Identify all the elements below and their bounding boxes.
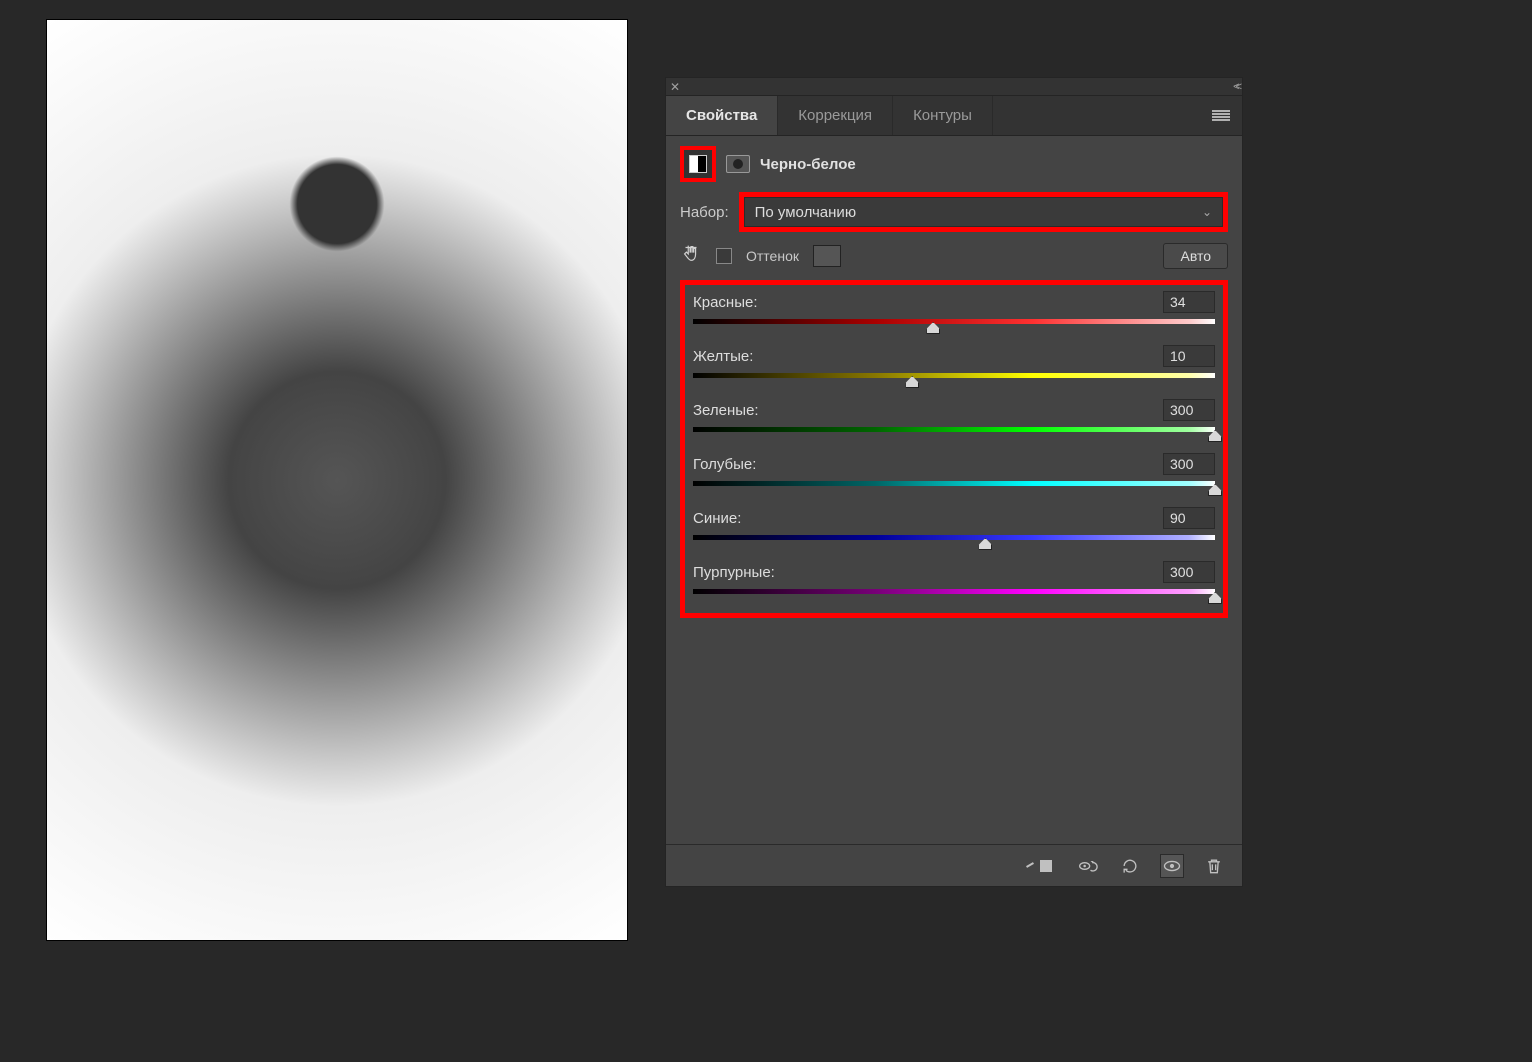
gradient-bar (693, 373, 1215, 378)
slider-label: Синие: (693, 510, 741, 527)
chevron-down-icon: ⌄ (1202, 205, 1212, 219)
clip-to-layer-icon[interactable] (1034, 854, 1058, 878)
slider-label: Красные: (693, 294, 758, 311)
panel-body: Черно-белое Набор: По умолчанию ⌄ Оттено… (666, 136, 1242, 844)
targeted-adjustment-tool-icon[interactable] (680, 242, 702, 270)
tint-checkbox[interactable] (716, 248, 732, 264)
adjustment-title: Черно-белое (760, 156, 856, 173)
slider-blue: Синие: 90 (693, 507, 1215, 549)
menu-icon (1212, 110, 1230, 122)
gradient-bar (693, 481, 1215, 486)
view-previous-state-icon[interactable] (1076, 854, 1100, 878)
slider-label: Зеленые: (693, 402, 759, 419)
gradient-bar (693, 535, 1215, 540)
visibility-toggle-icon[interactable] (1160, 854, 1184, 878)
tint-color-swatch[interactable] (813, 245, 841, 267)
tab-adjustments[interactable]: Коррекция (778, 96, 893, 135)
panel-topbar: ✕ << (666, 78, 1242, 96)
slider-track[interactable] (693, 481, 1215, 495)
tabbar: Свойства Коррекция Контуры (666, 96, 1242, 136)
preset-select[interactable]: По умолчанию ⌄ (744, 197, 1223, 227)
collapse-icon[interactable]: << (1233, 81, 1238, 93)
preset-value: По умолчанию (755, 204, 856, 221)
canvas-image (47, 20, 627, 940)
slider-label: Голубые: (693, 456, 756, 473)
slider-green: Зеленые: 300 (693, 399, 1215, 441)
properties-panel: ✕ << Свойства Коррекция Контуры Черно-бе… (665, 77, 1243, 887)
slider-label: Пурпурные: (693, 564, 775, 581)
tint-label: Оттенок (746, 248, 799, 264)
slider-magenta: Пурпурные: 300 (693, 561, 1215, 603)
preset-label: Набор: (680, 204, 729, 221)
preset-row: Набор: По умолчанию ⌄ (680, 192, 1228, 232)
tab-label: Контуры (913, 107, 972, 124)
highlight-sliders: Красные: 34 Желтые: 10 (680, 280, 1228, 618)
bw-portrait-image (47, 20, 627, 940)
slider-track[interactable] (693, 427, 1215, 441)
layer-mask-icon[interactable] (726, 155, 750, 173)
reset-icon[interactable] (1118, 854, 1142, 878)
slider-label: Желтые: (693, 348, 753, 365)
slider-value-input[interactable]: 300 (1163, 561, 1215, 583)
panel-footer (666, 844, 1242, 886)
slider-yellow: Желтые: 10 (693, 345, 1215, 387)
slider-value-input[interactable]: 300 (1163, 399, 1215, 421)
auto-button[interactable]: Авто (1163, 243, 1228, 269)
adjustment-header: Черно-белое (680, 146, 1228, 182)
gradient-bar (693, 589, 1215, 594)
slider-track[interactable] (693, 373, 1215, 387)
tab-paths[interactable]: Контуры (893, 96, 993, 135)
tab-properties[interactable]: Свойства (666, 96, 778, 135)
slider-value-input[interactable]: 34 (1163, 291, 1215, 313)
slider-cyan: Голубые: 300 (693, 453, 1215, 495)
slider-track[interactable] (693, 589, 1215, 603)
gradient-bar (693, 319, 1215, 324)
slider-track[interactable] (693, 535, 1215, 549)
highlight-preset: По умолчанию ⌄ (739, 192, 1228, 232)
highlight-adjustment-icon (680, 146, 716, 182)
close-icon[interactable]: ✕ (670, 80, 680, 94)
tab-label: Коррекция (798, 107, 872, 124)
bw-adjustment-icon[interactable] (684, 150, 712, 178)
slider-value-input[interactable]: 300 (1163, 453, 1215, 475)
gradient-bar (693, 427, 1215, 432)
tab-label: Свойства (686, 107, 757, 124)
slider-red: Красные: 34 (693, 291, 1215, 333)
delete-icon[interactable] (1202, 854, 1226, 878)
tint-row: Оттенок Авто (680, 242, 1228, 270)
slider-value-input[interactable]: 90 (1163, 507, 1215, 529)
slider-value-input[interactable]: 10 (1163, 345, 1215, 367)
panel-menu-button[interactable] (1212, 96, 1242, 135)
slider-track[interactable] (693, 319, 1215, 333)
